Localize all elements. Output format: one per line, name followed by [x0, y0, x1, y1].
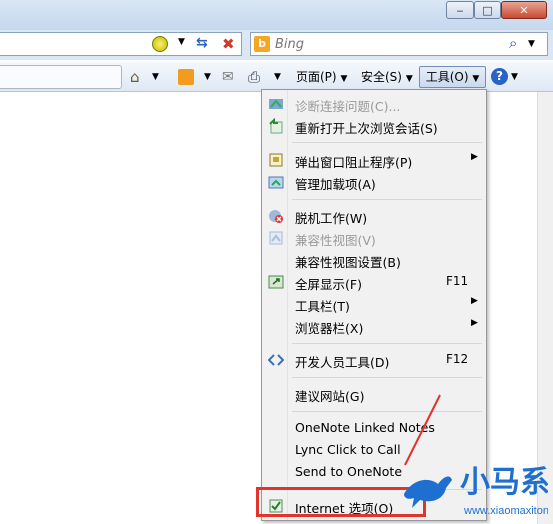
watermark: 小马系统 www.xiaomaxitong.com [398, 454, 553, 520]
svg-text:www.xiaomaxitong.com: www.xiaomaxitong.com [463, 505, 548, 517]
svg-text:小马系统: 小马系统 [460, 465, 548, 499]
annotation-arrow [404, 394, 441, 466]
watermark-logo: 小马系统 www.xiaomaxitong.com [404, 465, 553, 517]
